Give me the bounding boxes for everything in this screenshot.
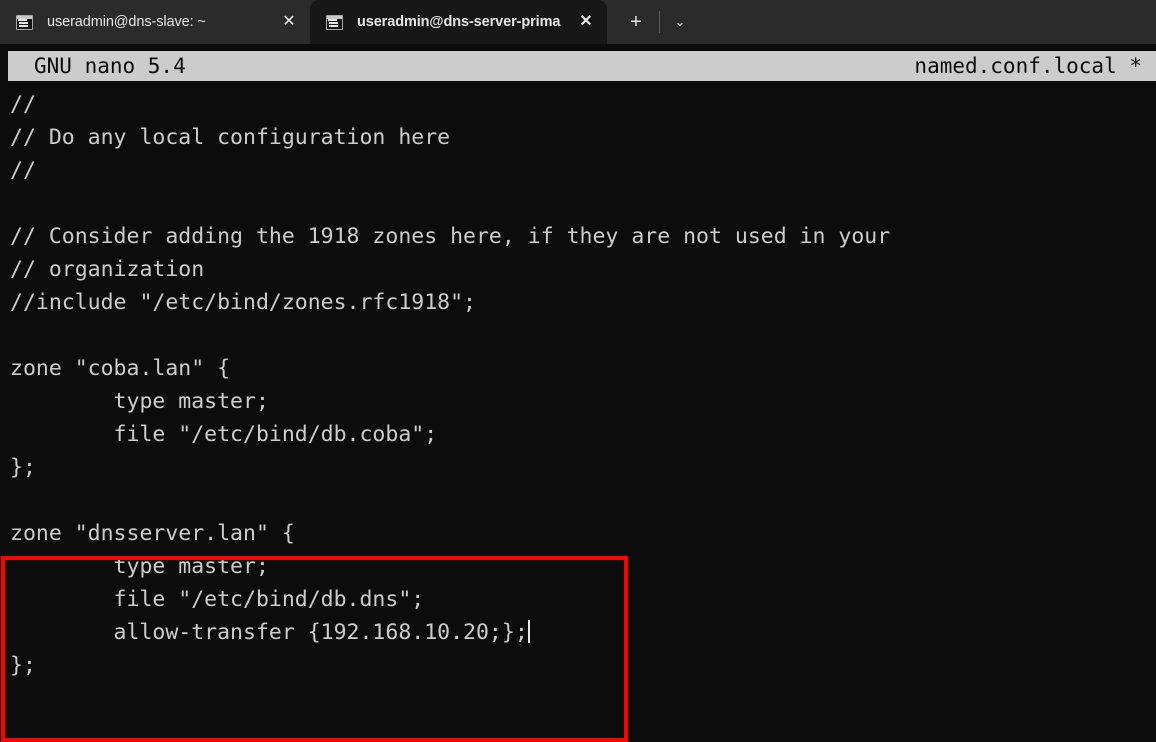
nano-title-bar: GNU nano 5.4 named.conf.local * [8,51,1156,81]
new-tab-button[interactable]: + [619,0,653,44]
editor-line[interactable]: // Do any local configuration here [10,121,1150,154]
toolbar-divider [659,11,660,33]
editor-line-text: }; [10,455,36,480]
editor-line[interactable]: }; [10,649,1150,682]
editor-line-text: type master; [10,554,269,579]
editor-line[interactable] [10,319,1150,352]
tab-title: useradmin@dns-slave: ~ [47,14,206,30]
editor-line[interactable]: type master; [10,385,1150,418]
editor-line[interactable]: file "/etc/bind/db.coba"; [10,418,1150,451]
nano-text-buffer[interactable]: // // Do any local configuration here // //… [10,88,1150,682]
text-cursor [527,620,530,643]
editor-line[interactable]: file "/etc/bind/db.dns"; [10,583,1150,616]
editor-line-text: file "/etc/bind/db.coba"; [10,422,438,447]
tab-title: useradmin@dns-server-prima [357,14,561,30]
editor-line[interactable]: // Consider adding the 1918 zones here, … [10,220,1150,253]
editor-line-text: }; [10,653,36,678]
editor-line-text: allow-transfer {192.168.10.20;}; [10,620,528,645]
editor-line[interactable]: // organization [10,253,1150,286]
editor-line[interactable] [10,484,1150,517]
editor-line[interactable]: type master; [10,550,1150,583]
chevron-down-icon[interactable]: ⌄ [663,0,697,44]
editor-line-text: // [10,92,36,117]
editor-line-text: //include "/etc/bind/zones.rfc1918"; [10,290,476,315]
terminal-tab-dns-slave[interactable]: useradmin@dns-slave: ~ ✕ [0,0,310,44]
editor-line-text: zone "dnsserver.lan" { [10,521,295,546]
close-icon[interactable]: ✕ [573,9,599,35]
close-icon[interactable]: ✕ [276,9,302,35]
editor-line-text: // organization [10,257,205,282]
editor-line[interactable]: zone "dnsserver.lan" { [10,517,1150,550]
nano-filename-label: named.conf.local * [914,54,1142,78]
window-titlebar: useradmin@dns-slave: ~ ✕ useradmin@dns-s… [0,0,1156,44]
terminal-icon [16,14,33,30]
editor-line-text: // Do any local configuration here [10,125,451,150]
editor-line[interactable]: // [10,154,1150,187]
editor-line-text: type master; [10,389,269,414]
editor-line[interactable]: allow-transfer {192.168.10.20;}; [10,616,1150,649]
editor-line[interactable]: // [10,88,1150,121]
editor-line-text: // Consider adding the 1918 zones here, … [10,224,891,249]
editor-line[interactable]: }; [10,451,1150,484]
editor-line-text: zone "coba.lan" { [10,356,231,381]
editor-line-text: // [10,158,36,183]
editor-line[interactable] [10,187,1150,220]
editor-line-text: file "/etc/bind/db.dns"; [10,587,425,612]
nano-version-label: GNU nano 5.4 [34,54,186,78]
editor-line[interactable]: //include "/etc/bind/zones.rfc1918"; [10,286,1150,319]
terminal-viewport[interactable]: GNU nano 5.4 named.conf.local * // // Do … [0,44,1156,742]
terminal-tab-dns-server-primary[interactable]: useradmin@dns-server-prima ✕ [310,0,607,44]
terminal-icon [326,14,343,30]
editor-line[interactable]: zone "coba.lan" { [10,352,1150,385]
